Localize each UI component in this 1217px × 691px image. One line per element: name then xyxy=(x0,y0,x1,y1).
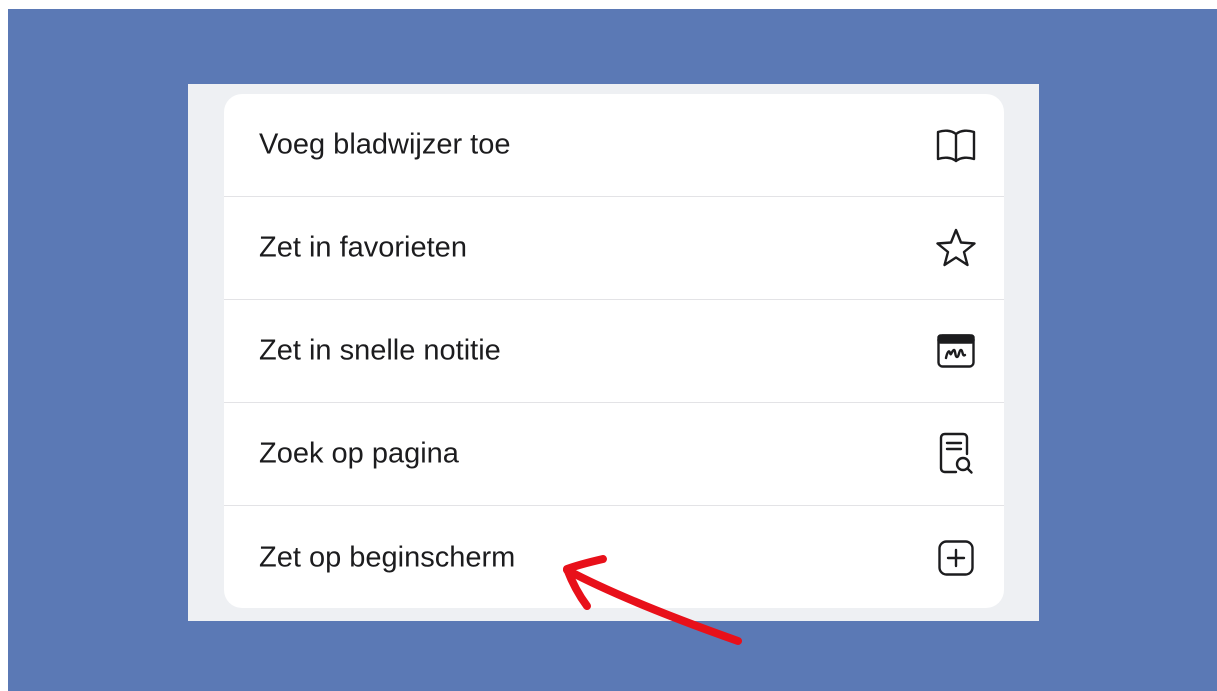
star-icon xyxy=(934,226,978,270)
safari-share-menu-screenshot: Voeg bladwijzer toe Zet in favorieten Ze… xyxy=(188,84,1039,621)
menu-item-label: Zoek op pagina xyxy=(259,437,459,470)
menu-item-add-bookmark[interactable]: Voeg bladwijzer toe xyxy=(224,94,1004,197)
menu-item-add-to-favorites[interactable]: Zet in favorieten xyxy=(224,197,1004,300)
menu-item-label: Zet in snelle notitie xyxy=(259,334,501,367)
menu-item-find-on-page[interactable]: Zoek op pagina xyxy=(224,403,1004,506)
menu-item-label: Voeg bladwijzer toe xyxy=(259,128,511,161)
book-icon xyxy=(934,123,978,167)
menu-item-add-to-home-screen[interactable]: Zet op beginscherm xyxy=(224,506,1004,608)
actions-menu: Voeg bladwijzer toe Zet in favorieten Ze… xyxy=(224,94,1004,608)
menu-item-quick-note[interactable]: Zet in snelle notitie xyxy=(224,300,1004,403)
menu-item-label: Zet in favorieten xyxy=(259,231,467,264)
find-on-page-icon xyxy=(934,432,978,476)
add-square-icon xyxy=(934,536,978,580)
menu-item-label: Zet op beginscherm xyxy=(259,541,516,573)
quick-note-icon xyxy=(934,329,978,373)
